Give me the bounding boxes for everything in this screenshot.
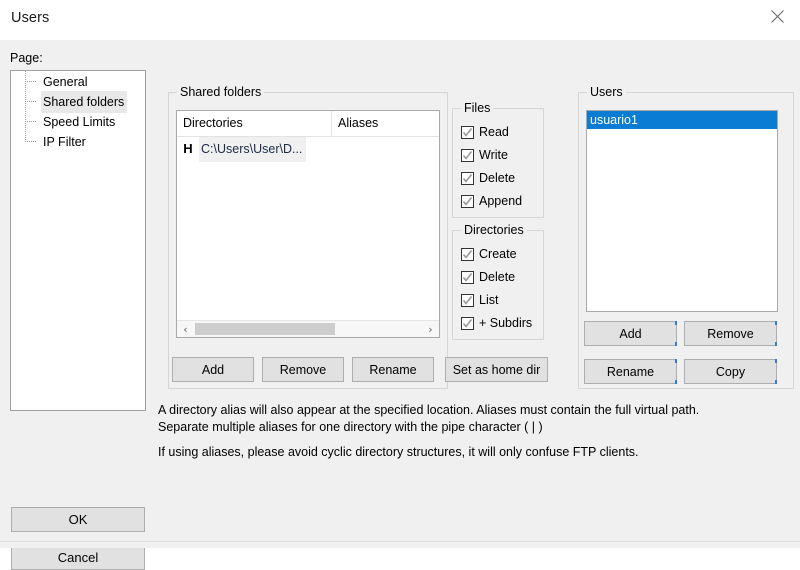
help-text: A directory alias will also appear at th… [158,402,728,461]
checkbox-label: + Subdirs [479,316,533,330]
title-bar: Users [0,0,800,40]
close-icon[interactable] [754,0,800,33]
bottom-strip [0,542,800,548]
sidebar-item-general[interactable]: General [11,71,145,91]
window-title: Users [11,10,50,26]
directory-path: C:\Users\User\D... [199,137,307,162]
scrollbar-thumb[interactable] [195,323,335,335]
cancel-button[interactable]: Cancel [11,545,145,570]
sidebar-item-ip-filter[interactable]: IP Filter [11,131,145,151]
checkbox-delete-dir[interactable]: Delete [461,266,515,288]
dialog-body: Page: General Shared folders Speed Limit… [0,40,800,570]
set-as-home-dir-button[interactable]: Set as home dir [445,357,548,382]
user-copy-button[interactable]: Copy [684,359,777,384]
tree-connector-icon [25,91,39,111]
directories-permissions-group: Directories Create Delete List + Subdirs [452,223,544,340]
checkbox-delete-file[interactable]: Delete [461,167,515,189]
tree-connector-icon [25,131,39,151]
help-paragraph-2: If using aliases, please avoid cyclic di… [158,445,639,459]
user-rename-button[interactable]: Rename [584,359,677,384]
checkbox-list[interactable]: List [461,289,498,311]
sidebar-item-label: Speed Limits [43,115,116,129]
page-tree[interactable]: General Shared folders Speed Limits IP F… [10,70,146,411]
sidebar-item-label: IP Filter [43,135,86,149]
users-list[interactable]: usuario1 [586,110,778,312]
checkmark-icon [461,247,474,261]
checkbox-label: Delete [479,270,516,284]
column-header-directories[interactable]: Directories [177,111,332,136]
checkbox-label: List [479,293,499,307]
checkbox-label: Append [479,194,523,208]
checkmark-icon [461,316,474,330]
sidebar-item-label: Shared folders [41,91,128,113]
checkbox-create[interactable]: Create [461,243,517,265]
scroll-left-icon[interactable]: ‹ [177,321,194,337]
directories-group-title: Directories [461,223,527,237]
sidebar-item-shared-folders[interactable]: Shared folders [11,91,145,113]
table-row[interactable]: H C:\Users\User\D... [177,137,439,162]
sidebar-item-speed-limits[interactable]: Speed Limits [11,111,145,131]
help-paragraph-1: A directory alias will also appear at th… [158,403,700,434]
home-dir-flag: H [183,141,193,156]
horizontal-scrollbar[interactable]: ‹ › [177,320,439,337]
checkmark-icon [461,171,474,185]
checkmark-icon [461,125,474,139]
directories-list-header: Directories Aliases [177,111,439,137]
checkbox-write[interactable]: Write [461,144,508,166]
shared-folder-remove-button[interactable]: Remove [262,357,344,382]
checkbox-label: Write [479,148,508,162]
tree-connector-icon [25,71,39,91]
checkmark-icon [461,148,474,162]
list-item[interactable]: usuario1 [587,111,777,129]
users-group-title: Users [587,85,626,99]
directories-list[interactable]: Directories Aliases H C:\Users\User\D... … [176,110,440,338]
files-group-title: Files [461,101,494,115]
files-permissions-group: Files Read Write Delete Append [452,101,544,218]
tree-connector-icon [25,111,39,131]
checkbox-subdirs[interactable]: + Subdirs [461,312,532,334]
shared-folder-add-button[interactable]: Add [172,357,254,382]
shared-folders-group-title: Shared folders [177,85,265,99]
shared-folder-rename-button[interactable]: Rename [352,357,434,382]
checkbox-label: Read [479,125,509,139]
checkbox-append[interactable]: Append [461,190,522,212]
checkbox-label: Create [479,247,517,261]
page-tree-label: Page: [10,51,43,65]
column-header-aliases[interactable]: Aliases [332,111,439,136]
checkmark-icon [461,293,474,307]
user-add-button[interactable]: Add [584,321,677,346]
user-remove-button[interactable]: Remove [684,321,777,346]
checkmark-icon [461,270,474,284]
ok-button[interactable]: OK [11,507,145,532]
checkbox-label: Delete [479,171,516,185]
scroll-right-icon[interactable]: › [422,321,439,337]
sidebar-item-label: General [43,75,88,89]
checkbox-read[interactable]: Read [461,121,509,143]
checkmark-icon [461,194,474,208]
